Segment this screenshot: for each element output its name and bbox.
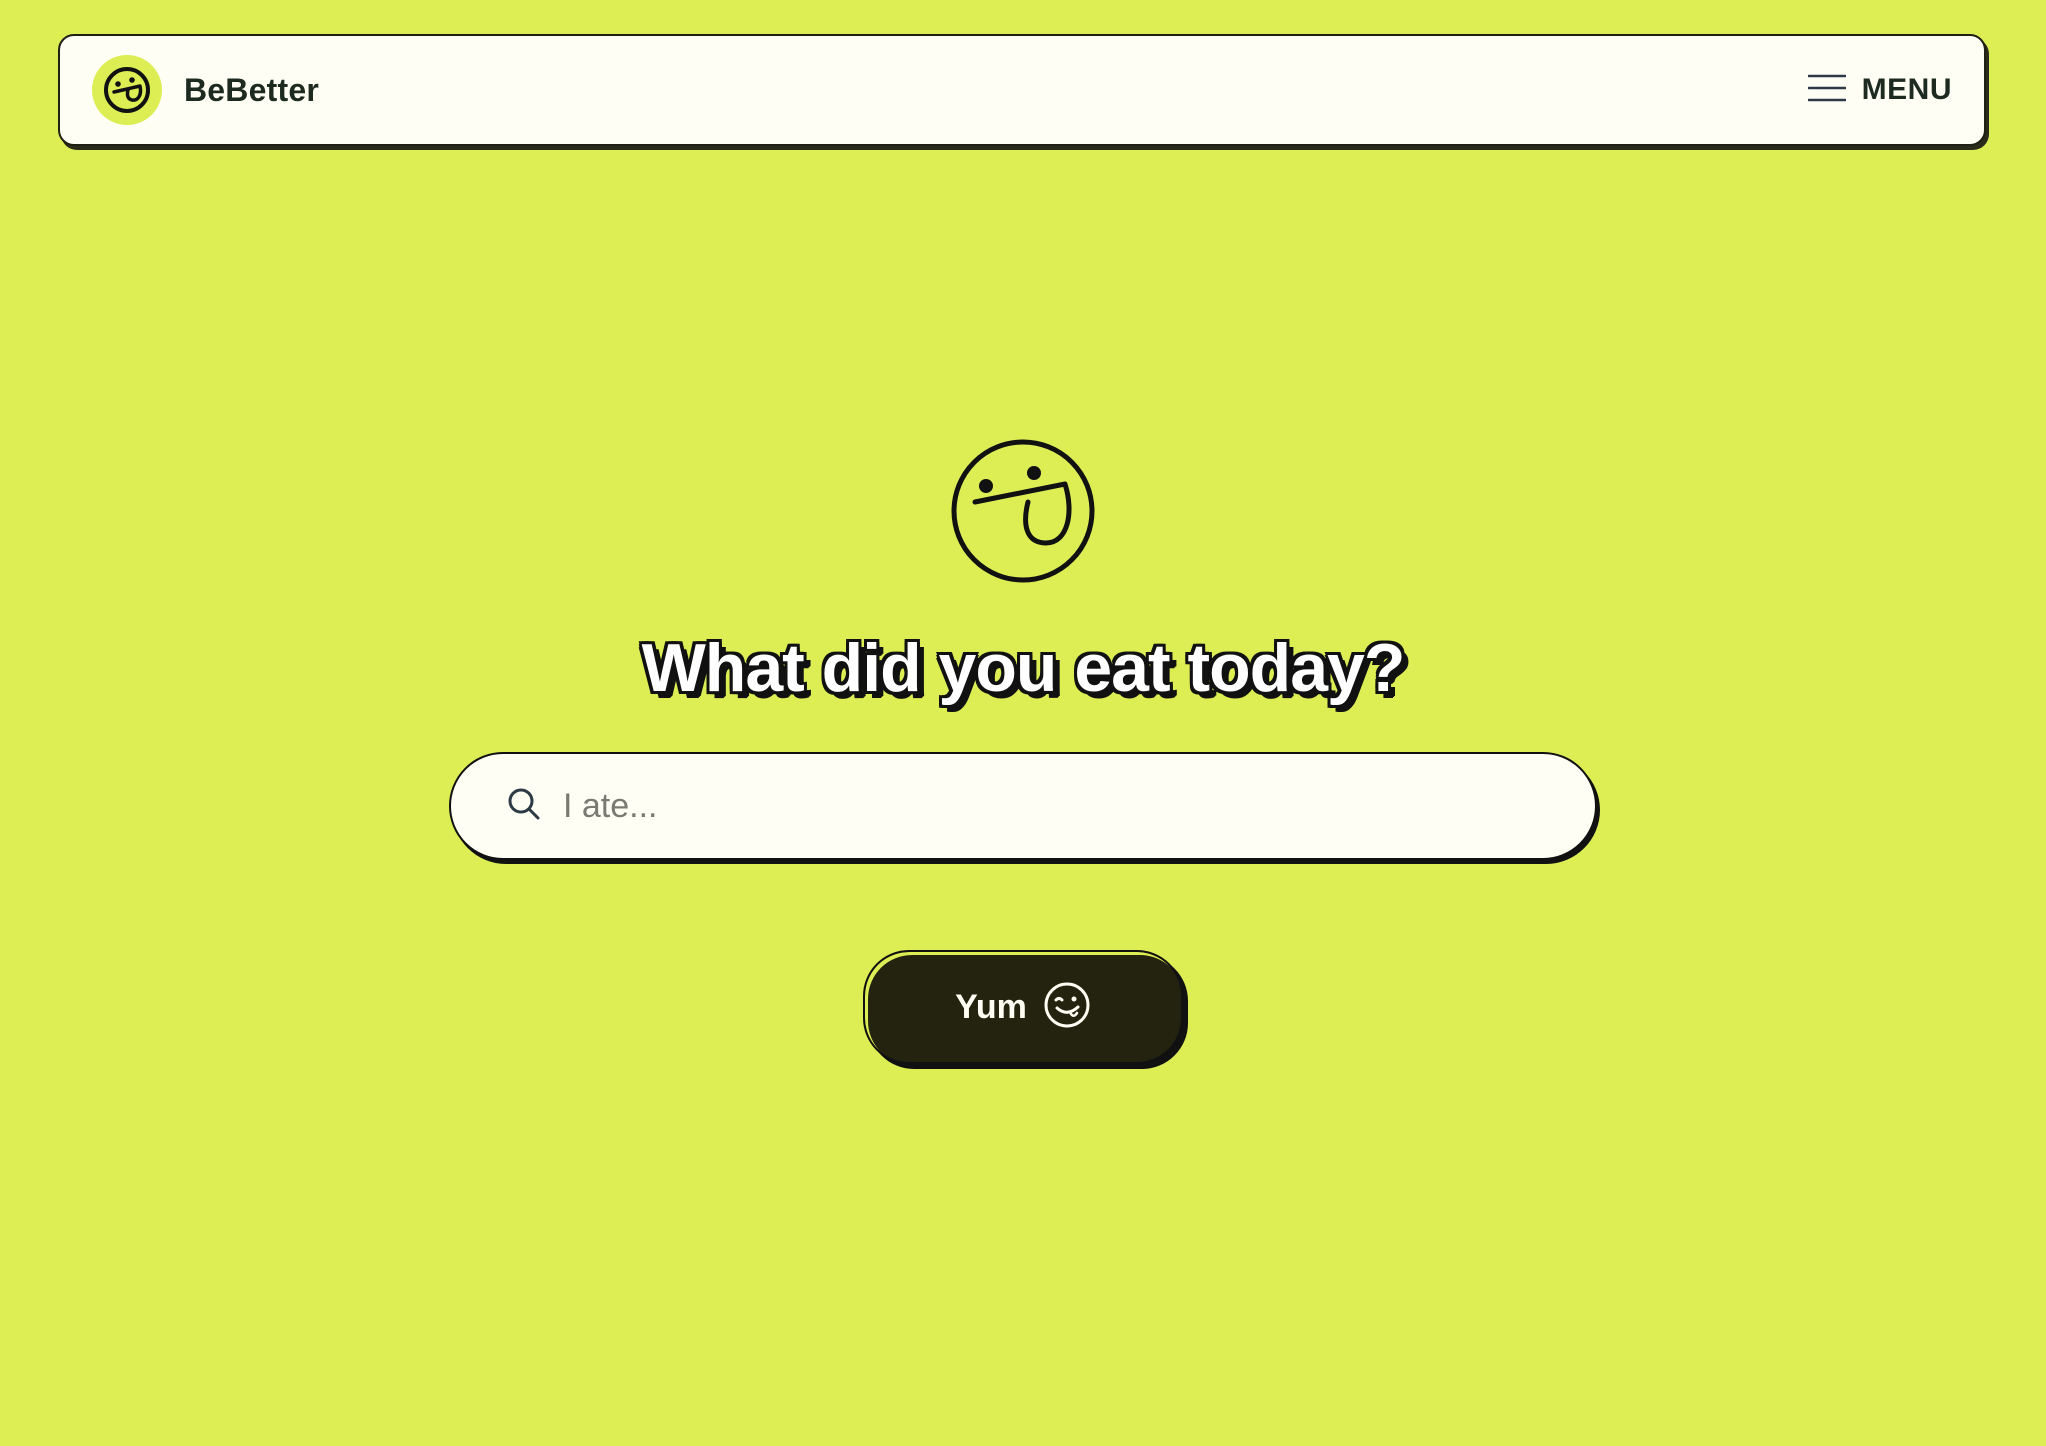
wink-smiley-icon (1043, 981, 1091, 1034)
brand[interactable]: BeBetter (92, 55, 319, 125)
menu-label: MENU (1861, 73, 1952, 106)
search-input[interactable] (561, 785, 1539, 827)
page-headline: What did you eat today? (641, 630, 1407, 706)
smiley-tongue-icon (92, 55, 162, 125)
top-navbar: BeBetter MENU (58, 34, 1986, 146)
hero-section: What did you eat today? Yum (0, 436, 2046, 1064)
search-icon (507, 787, 541, 826)
hamburger-icon (1807, 73, 1846, 108)
yum-button[interactable]: Yum (863, 950, 1183, 1064)
brand-name: BeBetter (184, 71, 319, 108)
smiley-tongue-icon (948, 436, 1098, 586)
search-bar[interactable] (449, 752, 1597, 860)
yum-button-label: Yum (955, 987, 1027, 1026)
menu-button[interactable]: MENU (1807, 73, 1952, 108)
